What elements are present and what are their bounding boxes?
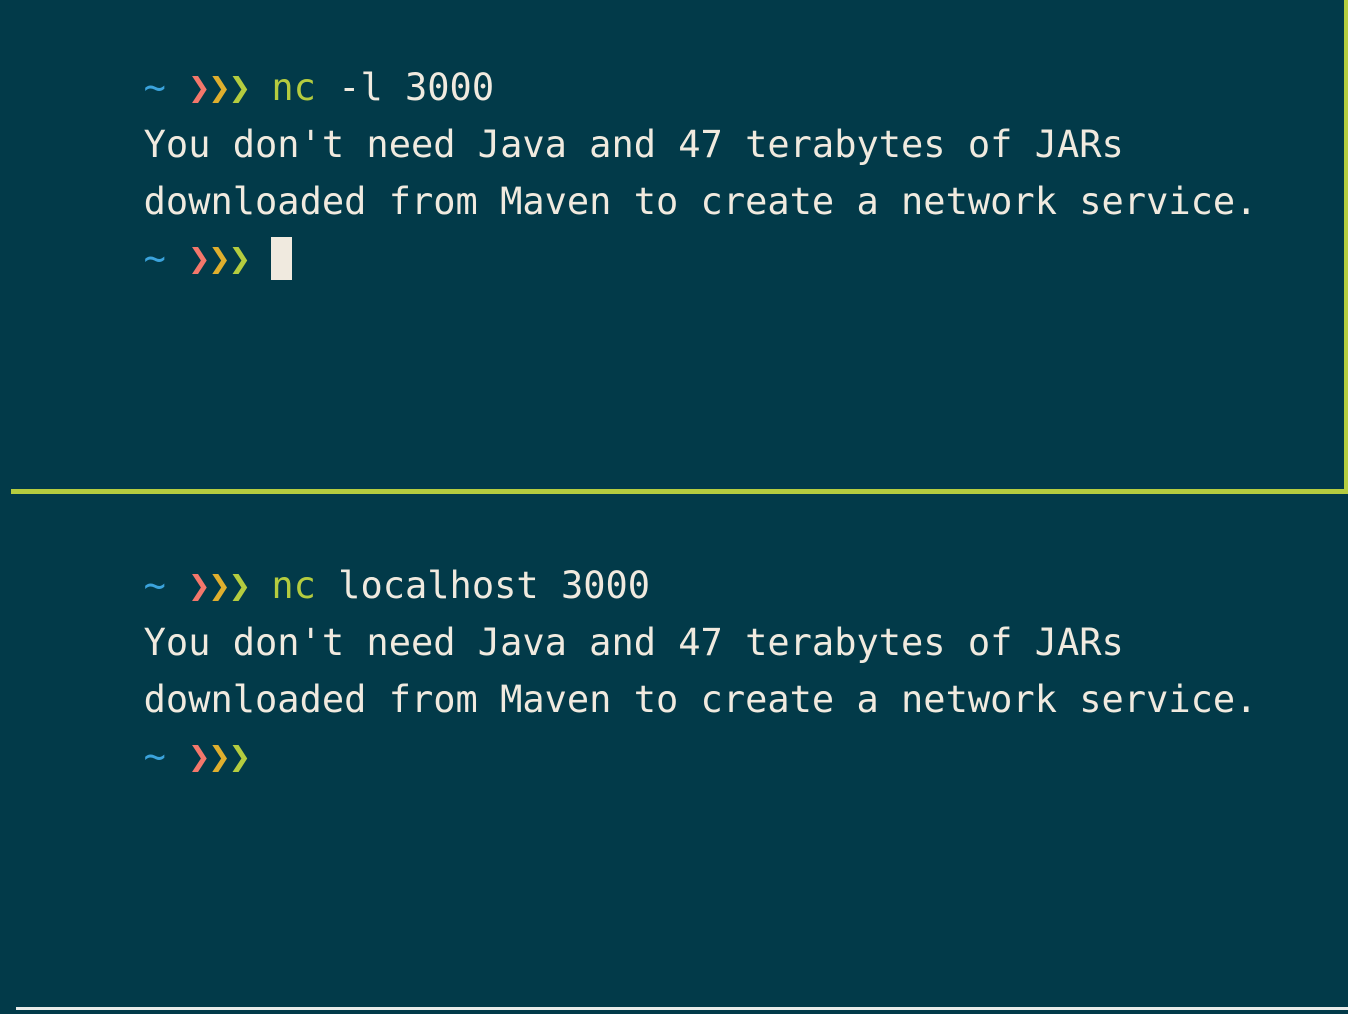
chevron-icon-2: ❯ (208, 564, 231, 607)
prompt-cwd: ~ (143, 66, 166, 109)
command-args: localhost 3000 (315, 564, 651, 607)
chevron-icon-1: ❯ (188, 735, 210, 778)
prompt-cwd: ~ (143, 237, 166, 280)
prompt-chevron-group: ❯❯❯ (188, 564, 251, 607)
prompt-chevron-group: ❯❯❯ (188, 735, 251, 778)
chevron-icon-1: ❯ (188, 564, 210, 607)
chevron-icon-2: ❯ (208, 237, 231, 280)
chevron-icon-1: ❯ (188, 66, 210, 109)
output-text: downloaded from Maven to create a networ… (143, 180, 1258, 223)
command-args: -l 3000 (315, 66, 495, 109)
command-name: nc (271, 66, 316, 109)
chevron-icon-3: ❯ (228, 237, 251, 280)
text-cursor[interactable] (271, 237, 293, 280)
output-text: You don't need Java and 47 terabytes of … (143, 123, 1124, 166)
status-bar-line (16, 1007, 1348, 1010)
terminal-pane-top[interactable]: ~ ❯❯❯ nc -l 3000 You don't need Java and… (0, 0, 1348, 490)
prompt-line[interactable]: ~ ❯❯❯ nc localhost 3000 (0, 498, 1348, 607)
output-text: downloaded from Maven to create a networ… (143, 678, 1258, 721)
status-bar (0, 1007, 1348, 1014)
terminal-window[interactable]: ~ ❯❯❯ nc -l 3000 You don't need Java and… (0, 0, 1348, 1014)
prompt-chevron-group: ❯❯❯ (188, 66, 251, 109)
prompt-cwd: ~ (143, 735, 166, 778)
prompt-cwd: ~ (143, 564, 166, 607)
pane-divider[interactable] (11, 489, 1348, 494)
terminal-pane-bottom[interactable]: ~ ❯❯❯ nc localhost 3000 You don't need J… (0, 498, 1348, 1006)
prompt-line[interactable]: ~ ❯❯❯ nc -l 3000 (0, 0, 1344, 109)
prompt-chevron-group: ❯❯❯ (188, 237, 251, 280)
chevron-icon-1: ❯ (188, 237, 210, 280)
chevron-icon-3: ❯ (228, 735, 251, 778)
chevron-icon-3: ❯ (228, 66, 251, 109)
chevron-icon-2: ❯ (208, 735, 231, 778)
chevron-icon-2: ❯ (208, 66, 231, 109)
command-name: nc (271, 564, 316, 607)
chevron-icon-3: ❯ (228, 564, 251, 607)
output-text: You don't need Java and 47 terabytes of … (143, 621, 1124, 664)
